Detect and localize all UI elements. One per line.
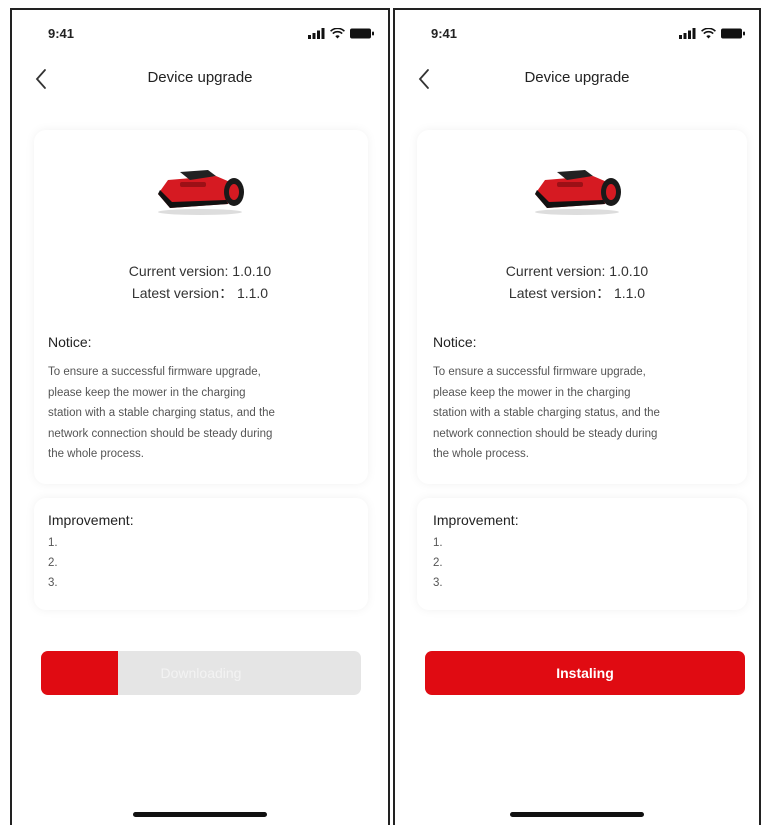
improvement-item: 1. [433,537,443,549]
download-progress-bar: Downloading [41,651,361,695]
notice-line: the whole process. [433,448,529,460]
wifi-icon [701,28,716,39]
notice-line: To ensure a successful firmware upgrade, [48,366,261,378]
status-time: 9:41 [431,26,458,41]
improvement-title: Improvement: [48,512,134,528]
version-info: Current version: 1.0.10 Latest version： … [12,260,388,304]
notice-line: station with a stable charging status, a… [48,407,275,419]
improvement-item: 3. [433,577,443,589]
version-info: Current version: 1.0.10 Latest version： … [395,260,759,304]
home-indicator [133,812,267,817]
phone-screen-installing: 9:41 Device upgrade Current version: 1.0… [393,8,761,825]
current-version: Current version: 1.0.10 [128,263,272,279]
robot-mower-image [535,170,621,215]
latest-version: Latest version： 1.1.0 [508,285,646,301]
latest-version: Latest version： 1.1.0 [131,285,269,301]
robot-mower-image [158,170,244,215]
notice-title: Notice: [48,334,92,350]
home-indicator [510,812,644,817]
page-title: Device upgrade [147,69,253,86]
improvement-title: Improvement: [433,512,519,528]
improvement-item: 2. [433,557,443,569]
signal-icon [679,28,696,39]
battery-icon [721,28,745,39]
wifi-icon [330,28,345,39]
current-version: Current version: 1.0.10 [505,263,649,279]
notice-line: please keep the mower in the charging [48,386,246,399]
nav-bar: Device upgrade [12,65,388,95]
notice-text: To ensure a successful firmware upgrade,… [433,362,660,465]
battery-icon [350,28,374,39]
notice-text: To ensure a successful firmware upgrade,… [48,362,275,465]
notice-line: To ensure a successful firmware upgrade, [433,366,646,378]
progress-label: Downloading [160,665,242,681]
page-title: Device upgrade [524,69,630,86]
status-time: 9:41 [48,26,75,41]
phone-screen-downloading: 9:41 Device upgrade Current version: 1.0… [10,8,390,825]
signal-icon [308,28,325,39]
notice-line: network connection should be steady duri… [433,427,658,440]
improvement-item: 1. [48,537,58,549]
notice-title: Notice: [433,334,477,350]
status-bar: 9:41 [48,26,374,46]
notice-line: network connection should be steady duri… [48,427,273,440]
improvement-item: 2. [48,557,58,569]
improvement-item: 3. [48,577,58,589]
installing-button[interactable]: Instaling [425,651,745,695]
notice-line: station with a stable charging status, a… [433,407,660,419]
notice-line: please keep the mower in the charging [433,386,631,399]
status-bar: 9:41 [431,26,745,46]
notice-line: the whole process. [48,448,144,460]
nav-bar: Device upgrade [395,65,759,95]
